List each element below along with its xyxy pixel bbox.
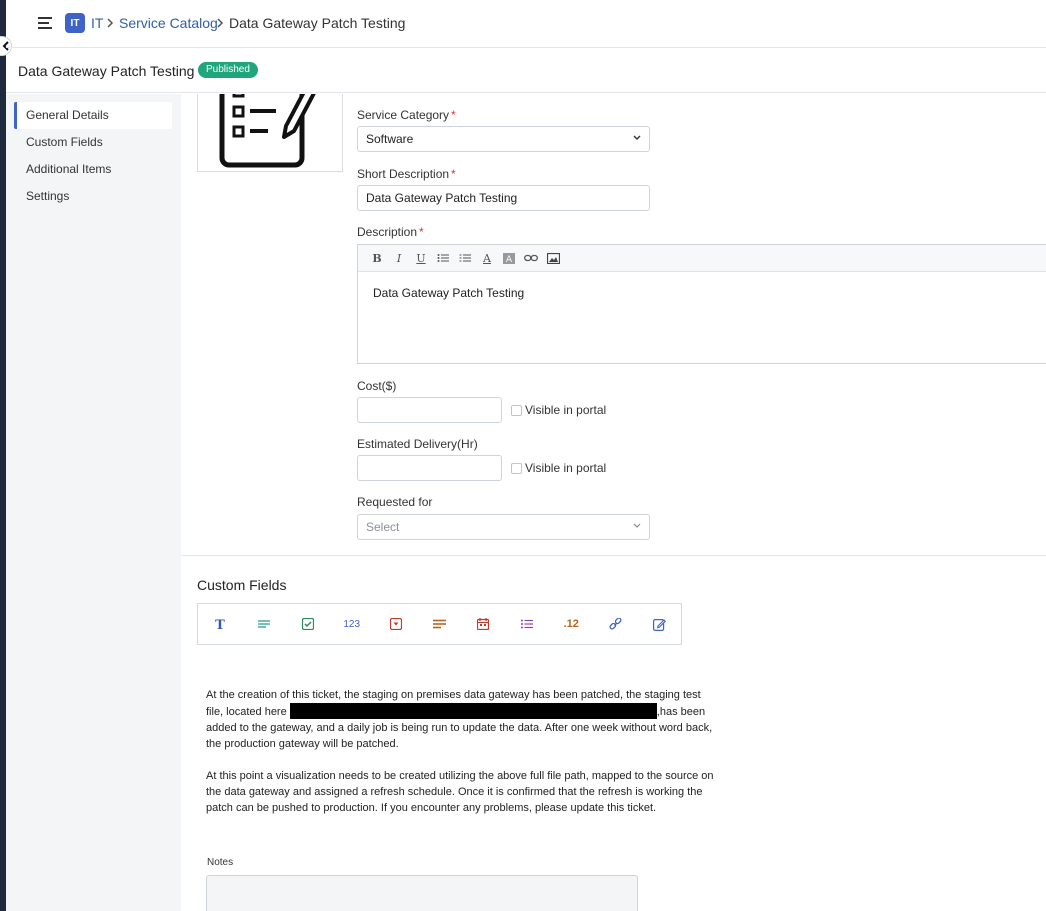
checkbox-icon[interactable] bbox=[286, 604, 330, 644]
description-content[interactable]: Data Gateway Patch Testing bbox=[358, 272, 1046, 314]
number-icon[interactable]: 123 bbox=[330, 604, 374, 644]
instructions-paragraph-1: At the creation of this ticket, the stag… bbox=[206, 689, 713, 750]
short-description-input[interactable]: Data Gateway Patch Testing bbox=[357, 185, 650, 211]
checklist-icon bbox=[219, 94, 316, 168]
editor-toolbar: B I U A A bbox=[358, 245, 1046, 272]
menu-icon[interactable] bbox=[38, 17, 52, 29]
sidebar-item-additional-items[interactable]: Additional Items bbox=[14, 156, 172, 183]
cost-visible-label: Visible in portal bbox=[525, 403, 607, 417]
instructions-paragraph-2: At this point a visualization needs to b… bbox=[206, 770, 714, 814]
description-editor[interactable]: B I U A A Data Gateway Patch Testing bbox=[357, 244, 1046, 364]
section-divider bbox=[181, 555, 1046, 556]
bold-button[interactable]: B bbox=[366, 249, 388, 267]
sidebar-item-custom-fields[interactable]: Custom Fields bbox=[14, 129, 172, 156]
font-color-button[interactable]: A bbox=[476, 249, 498, 267]
notes-label: Notes bbox=[207, 857, 234, 868]
link-icon[interactable] bbox=[520, 249, 542, 267]
catalog-image[interactable] bbox=[197, 94, 343, 172]
date-icon[interactable] bbox=[461, 604, 505, 644]
breadcrumb-service-catalog[interactable]: Service Catalog bbox=[119, 15, 218, 31]
italic-button[interactable]: I bbox=[388, 249, 410, 267]
edit-icon[interactable] bbox=[637, 604, 681, 644]
multi-line-icon[interactable] bbox=[418, 604, 462, 644]
svg-text:T: T bbox=[215, 618, 225, 630]
service-category-label: Service Category * bbox=[357, 108, 456, 122]
requested-for-select[interactable]: Select bbox=[357, 514, 650, 540]
notes-textarea[interactable] bbox=[206, 875, 638, 911]
chevron-down-icon bbox=[633, 135, 641, 140]
delivery-visible-checkbox[interactable] bbox=[511, 463, 522, 474]
requested-for-label: Requested for bbox=[357, 495, 433, 509]
redacted-file-path bbox=[289, 703, 657, 719]
status-badge: Published bbox=[198, 62, 258, 78]
page-title: Data Gateway Patch Testing bbox=[18, 63, 195, 79]
cost-visible-checkbox[interactable] bbox=[511, 405, 522, 416]
instructions-text: At the creation of this ticket, the stag… bbox=[206, 687, 716, 832]
dropdown-icon[interactable] bbox=[374, 604, 418, 644]
list-icon[interactable] bbox=[505, 604, 549, 644]
paragraph-icon[interactable] bbox=[242, 604, 286, 644]
custom-fields-toolbar: T 123 .12 bbox=[197, 603, 682, 645]
sidebar: General Details Custom Fields Additional… bbox=[6, 94, 181, 911]
workspace-badge[interactable]: IT bbox=[65, 13, 85, 33]
cost-label: Cost($) bbox=[357, 379, 397, 393]
text-icon[interactable]: T bbox=[198, 604, 242, 644]
link-icon[interactable] bbox=[593, 604, 637, 644]
decimal-icon[interactable]: .12 bbox=[549, 604, 593, 644]
delivery-visible-label: Visible in portal bbox=[525, 461, 607, 475]
svg-text:A: A bbox=[506, 255, 513, 264]
title-row: Data Gateway Patch Testing Published bbox=[6, 49, 1046, 93]
custom-fields-title: Custom Fields bbox=[197, 577, 287, 593]
service-category-select[interactable]: Software bbox=[357, 126, 650, 152]
delivery-input[interactable] bbox=[357, 455, 502, 481]
image-icon[interactable] bbox=[542, 249, 564, 267]
main-content: Service Category * Software Short Descrip… bbox=[181, 94, 1046, 911]
breadcrumb-separator-icon bbox=[107, 16, 114, 31]
breadcrumb-current: Data Gateway Patch Testing bbox=[229, 15, 406, 31]
breadcrumb-separator-icon bbox=[217, 16, 224, 31]
breadcrumb-it[interactable]: IT bbox=[91, 15, 103, 31]
cost-input[interactable] bbox=[357, 397, 502, 423]
sidebar-item-general-details[interactable]: General Details bbox=[14, 102, 172, 129]
bulleted-list-icon[interactable] bbox=[432, 249, 454, 267]
underline-button[interactable]: U bbox=[410, 249, 432, 267]
top-bar: IT IT Service Catalog Data Gateway Patch… bbox=[6, 0, 1046, 48]
delivery-label: Estimated Delivery(Hr) bbox=[357, 437, 478, 451]
sidebar-item-settings[interactable]: Settings bbox=[14, 183, 172, 210]
description-label: Description * bbox=[357, 225, 424, 239]
highlight-icon[interactable]: A bbox=[498, 249, 520, 267]
chevron-down-icon bbox=[633, 523, 641, 528]
short-description-label: Short Description * bbox=[357, 167, 456, 181]
numbered-list-icon[interactable] bbox=[454, 249, 476, 267]
